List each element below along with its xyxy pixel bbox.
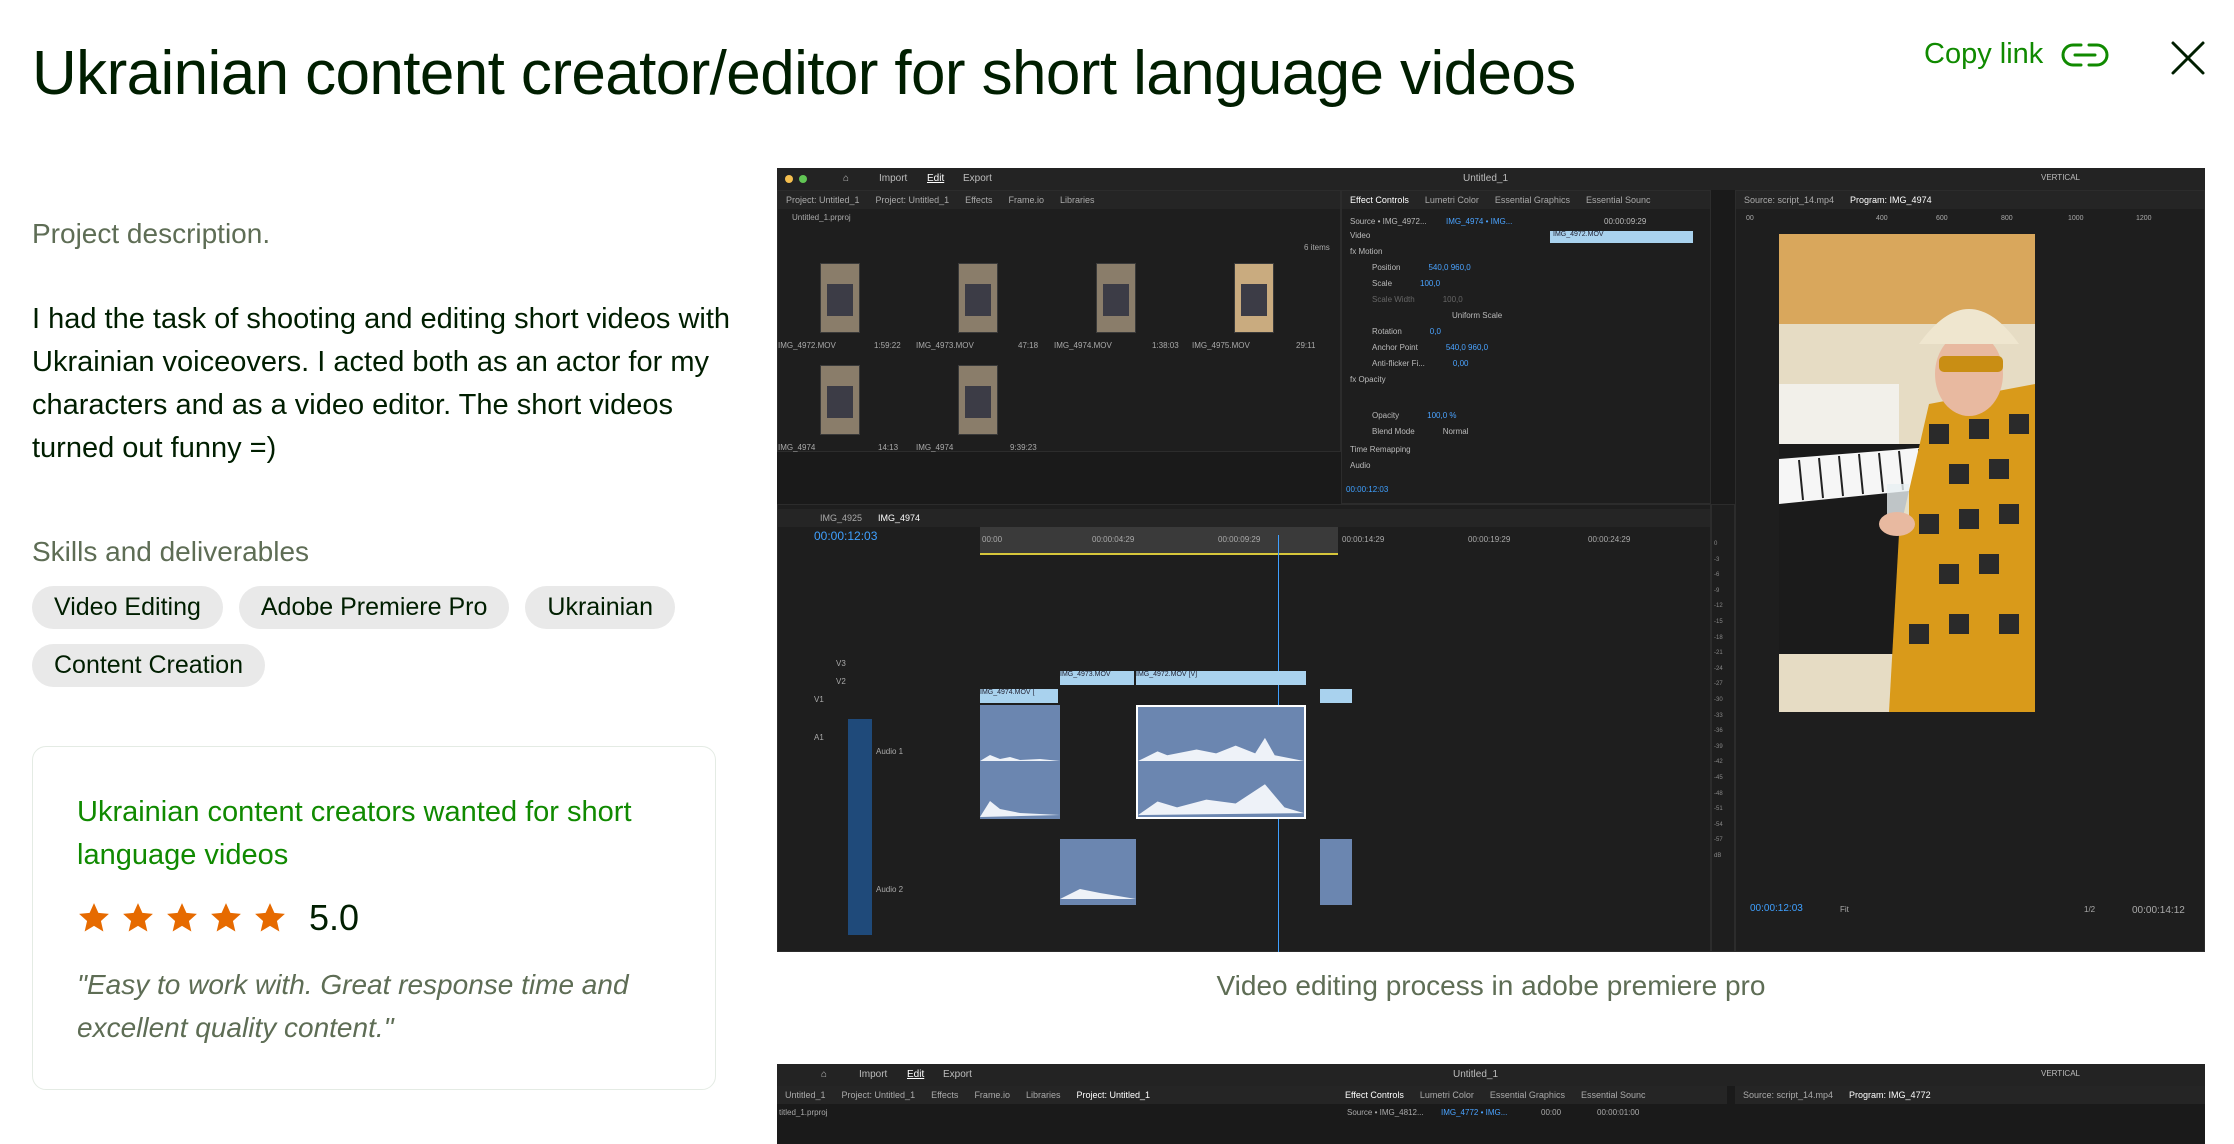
audio-meter: 0 -3 -6 -9 -12 -15 -18 -21 -24 -27 -30 -33 -36 -39 -42… <box>1711 504 1735 952</box>
meter-label: -18 <box>1714 634 1723 641</box>
program-frame-image <box>1779 234 2035 712</box>
description-text: I had the task of shooting and editing s… <box>32 303 731 464</box>
skill-chip-content-creation[interactable]: Content Creation <box>32 644 266 687</box>
star-icon <box>79 903 109 932</box>
review-project-link[interactable]: Ukrainian content creators wanted for sh… <box>77 791 677 877</box>
premiere-screenshot[interactable]: ⌂ Import Edit Export Untitled_1 VERTICAL… <box>777 168 2205 952</box>
project-file: Untitled_1.prproj <box>792 213 851 222</box>
star-icon <box>167 903 197 932</box>
review-quote: "Easy to work with. Great response time … <box>77 969 629 1043</box>
copy-link-label: Copy link <box>1924 38 2044 70</box>
skills-label: Skills and deliverables <box>32 536 310 567</box>
premiere-top-bar: ⌂ Import Edit Export Untitled_1 VERTICAL <box>777 168 2205 190</box>
menu-export: Export <box>963 173 992 184</box>
meter-label: -30 <box>1714 696 1723 703</box>
meter-label: -45 <box>1714 774 1723 781</box>
effect-controls-panel: Effect Controls Lumetri Color Essential Gr… <box>1341 190 1711 504</box>
meter-label: -54 <box>1714 821 1723 828</box>
effect-tabs: Effect Controls Lumetri Color Essential Gr… <box>1342 191 1710 209</box>
clip-thumbnail <box>820 263 860 333</box>
fx-clip-bar: IMG_4972.MOV <box>1550 231 1693 243</box>
skills-list: Video Editing Adobe Premiere Pro Ukraini… <box>32 586 722 687</box>
meter-label: -9 <box>1714 587 1720 594</box>
home-icon: ⌂ <box>821 1069 828 1080</box>
menu-edit: Edit <box>927 173 945 184</box>
star-icon <box>255 903 285 932</box>
rating-value: 5.0 <box>309 897 360 938</box>
meter-label: -24 <box>1714 665 1723 672</box>
meter-label: 0 <box>1714 541 1718 547</box>
meter-label: dB <box>1714 852 1722 859</box>
timeline-panel: IMG_4925 IMG_4974 00:00:12:03 00:00 00:00… <box>777 504 1711 952</box>
menu-import: Import <box>879 173 908 184</box>
clip-thumbnail <box>1234 263 1274 333</box>
close-icon[interactable] <box>2168 38 2208 78</box>
skill-chip-adobe-premiere-pro[interactable]: Adobe Premiere Pro <box>238 586 510 629</box>
clip-thumbnail <box>1096 263 1136 333</box>
premiere-screenshot-2[interactable]: ⌂ Import Edit Export Untitled_1 VERTICAL… <box>777 1064 2205 1144</box>
project-tabs-2: Untitled_1 Project: Untitled_1 Effects Fram… <box>777 1086 1337 1104</box>
meter-label: -6 <box>1714 572 1720 579</box>
link-icon <box>2061 43 2109 66</box>
star-rating: 5.0 <box>77 897 359 939</box>
meter-label: -15 <box>1714 618 1723 625</box>
sequence-tabs: IMG_4925 IMG_4974 <box>778 509 1710 527</box>
item-count: 6 items <box>1304 243 1330 252</box>
audio-clip <box>980 705 1060 819</box>
review-card: Ukrainian content creators wanted for sh… <box>32 746 716 1090</box>
audio-clip <box>1320 839 1352 905</box>
fx-timecode: 00:00:12:03 <box>1346 485 1389 494</box>
clip-thumbnail <box>958 365 998 435</box>
copy-link-button[interactable]: Copy link <box>1924 38 2109 71</box>
premiere-top-bar-2: ⌂ Import Edit Export Untitled_1 VERTICAL <box>777 1064 2205 1086</box>
meter-label: -21 <box>1714 650 1723 657</box>
meter-label: -36 <box>1714 728 1723 735</box>
clip-thumbnail <box>958 263 998 333</box>
meter-label: -27 <box>1714 681 1723 688</box>
program-tabs-2: Source: script_14.mp4 Program: IMG_4772 <box>1735 1086 2205 1104</box>
star-icon <box>211 903 241 932</box>
description-label: Project description. <box>32 218 271 249</box>
skill-chip-ukrainian[interactable]: Ukrainian <box>525 586 675 629</box>
program-timecode: 00:00:12:03 <box>1750 903 1803 914</box>
clip-thumbnail <box>820 365 860 435</box>
meter-label: -48 <box>1714 790 1723 797</box>
doc-title: Untitled_1 <box>1463 173 1509 184</box>
meter-label: -39 <box>1714 743 1723 750</box>
timeline-timecode: 00:00:12:03 <box>814 529 878 543</box>
meter-label: -57 <box>1714 837 1723 844</box>
meter-label: -33 <box>1714 712 1723 719</box>
meter-label: -42 <box>1714 759 1723 766</box>
program-tabs: Source: script_14.mp4 Program: IMG_4974 <box>1736 191 2204 209</box>
meter-label: -51 <box>1714 806 1723 813</box>
effect-tabs-2: Effect Controls Lumetri Color Essential Gr… <box>1337 1086 1727 1104</box>
workspace-label: VERTICAL <box>2041 173 2080 182</box>
project-panel: Project: Untitled_1 Project: Untitled_1 Ef… <box>777 190 1341 452</box>
project-tabs: Project: Untitled_1 Project: Untitled_1 Ef… <box>778 191 1340 209</box>
media-caption: Video editing process in adobe premiere … <box>1216 970 1766 1001</box>
meter-label: -12 <box>1714 603 1723 610</box>
star-icon <box>123 903 153 932</box>
meter-label: -3 <box>1714 556 1720 563</box>
audio-clip <box>1060 839 1136 905</box>
audio-clip-selected <box>1136 705 1306 819</box>
page-title: Ukrainian content creator/editor for sho… <box>32 39 1576 108</box>
home-icon: ⌂ <box>843 173 850 184</box>
skill-chip-video-editing[interactable]: Video Editing <box>32 586 223 629</box>
